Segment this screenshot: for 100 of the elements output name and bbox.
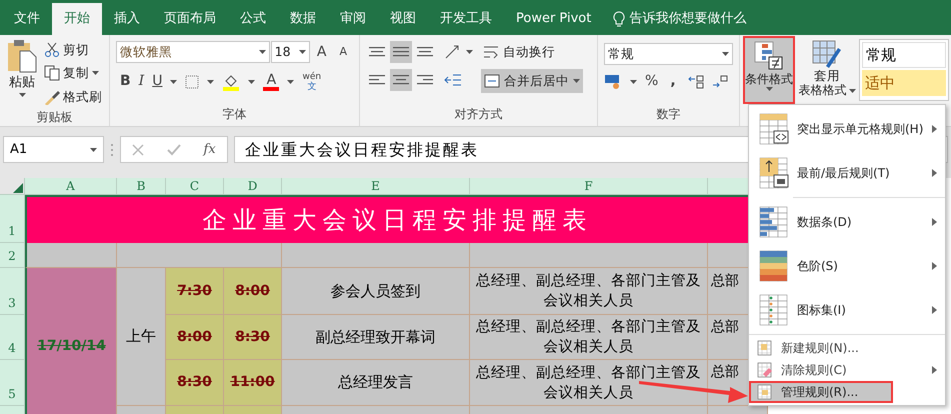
caret-icon [848, 88, 856, 92]
cell-style[interactable]: 适中 [862, 70, 946, 96]
row-header[interactable]: 1 [0, 195, 25, 243]
italic-button[interactable]: I [138, 71, 144, 92]
format-painter-button[interactable]: 格式刷 [44, 86, 102, 108]
font-color-button[interactable]: A [263, 72, 280, 90]
lightbulb-icon [613, 11, 626, 27]
column-header[interactable]: C [166, 178, 224, 195]
ribbon-tab[interactable]: Power Pivot [504, 3, 604, 35]
caret-icon [170, 80, 178, 84]
row-header[interactable]: 4 [0, 315, 25, 360]
rule-icon [757, 384, 773, 400]
currency-icon [604, 74, 622, 90]
name-box[interactable]: A1 [3, 136, 104, 163]
caret-icon [18, 92, 26, 96]
wrap-text-button[interactable]: 自动换行 [481, 41, 583, 63]
triangle-icon [13, 183, 23, 193]
group-label: 字体 [222, 106, 248, 123]
time-cell: 11:00 [224, 360, 282, 406]
font-name-field[interactable]: 微软雅黑 [116, 41, 270, 63]
ribbon-tab[interactable]: 公式 [228, 3, 278, 35]
column-header[interactable]: D [224, 178, 282, 195]
align-lines-icon [393, 46, 409, 58]
row-header[interactable]: 2 [0, 243, 25, 268]
align-lines-icon [393, 74, 409, 86]
increase-decimal-icon [688, 74, 704, 88]
caret-icon [248, 80, 256, 84]
ribbon-tab[interactable]: 页面布局 [152, 3, 228, 35]
copy-button[interactable]: 复制 [44, 62, 102, 84]
caret-icon [573, 79, 580, 83]
period-cell: 上午 [117, 268, 166, 406]
caret-icon [207, 80, 214, 84]
event-cell: 副总经理致开幕词 [282, 315, 470, 360]
percent-button[interactable]: % [645, 71, 658, 92]
time-cell: 8:00 [224, 268, 282, 315]
caret-icon [466, 50, 473, 54]
number-format-field[interactable]: 常规 [604, 43, 733, 65]
attendees-cell: 总经理、副总经理、各部门主管及会议相关人员 [470, 360, 708, 406]
caret-icon [298, 50, 306, 54]
column-header[interactable]: F [470, 178, 708, 195]
select-all-corner[interactable] [0, 178, 25, 195]
time-cell: 8:00 [166, 315, 224, 360]
grip-icon [110, 142, 114, 156]
caret-icon [92, 71, 99, 75]
decrease-decimal-icon [712, 74, 728, 88]
underline-button[interactable]: U [152, 71, 162, 92]
rule-icon [757, 340, 773, 356]
ribbon-tab[interactable]: 文件 [2, 3, 52, 35]
insert-function-button[interactable]: fx [204, 140, 216, 160]
copy-icon [44, 65, 60, 81]
wrap-icon [483, 45, 499, 59]
cut-button[interactable]: 剪切 [44, 40, 102, 60]
column-header[interactable]: E [282, 178, 470, 195]
paste-button[interactable]: 粘贴 [4, 39, 40, 108]
align-lines-icon [417, 46, 433, 58]
group-label: 剪贴板 [36, 109, 74, 126]
ribbon-tab[interactable]: 开始 [52, 3, 102, 35]
rule-grid-icon [759, 157, 789, 189]
caret-icon [287, 80, 294, 84]
horizontal-align-button[interactable] [390, 69, 412, 91]
conditional-format-button[interactable]: 条件格式 [743, 36, 795, 104]
rule-grid-icon [759, 206, 789, 238]
merge-center-button[interactable]: 合并后居中 [481, 69, 583, 93]
caret-icon [766, 87, 772, 91]
ribbon-tab[interactable]: 插入 [102, 3, 152, 35]
vertical-align-button[interactable] [390, 41, 412, 63]
format-as-table-button[interactable]: 套用 表格格式 [798, 36, 856, 104]
ribbon-tab[interactable]: 审阅 [328, 3, 378, 35]
group-label: 对齐方式 [454, 106, 504, 123]
event-cell: 总经理发言 [282, 360, 470, 406]
attendees-cell: 总经理、副总经理、各部门主管及会议相关人员 [470, 268, 708, 315]
ribbon-tab[interactable]: 开发工具 [428, 3, 504, 35]
event-cell: 参会人员签到 [282, 268, 470, 315]
row-header[interactable]: 3 [0, 268, 25, 315]
group-label: 数字 [656, 106, 682, 123]
row-header[interactable]: 5 [0, 360, 25, 406]
merge-icon [484, 74, 500, 88]
caret-icon [90, 148, 97, 152]
align-lines-icon [369, 74, 385, 86]
tell-me-field[interactable]: 告诉我你想要做什么 [629, 9, 746, 29]
grow-font-button[interactable]: A [310, 42, 332, 62]
menu-item[interactable]: 管理规则(R)... [749, 381, 893, 403]
attendees-cell: 总经理、副总经理、各部门主管及会议相关人员 [470, 315, 708, 360]
phonetic-button[interactable]: wén 文 [302, 72, 322, 92]
caret-icon [258, 50, 266, 54]
shrink-font-button[interactable]: A [333, 44, 353, 60]
checkmark-icon[interactable] [166, 144, 181, 156]
bold-button[interactable]: B [120, 71, 131, 92]
comma-button[interactable]: , [666, 71, 680, 92]
column-header[interactable]: A [25, 178, 117, 195]
ribbon-tab[interactable]: 数据 [278, 3, 328, 35]
align-lines-icon [369, 46, 385, 58]
ribbon-tab[interactable]: 视图 [378, 3, 428, 35]
font-size-field[interactable]: 18 [270, 41, 310, 63]
caret-icon [722, 52, 729, 56]
column-header[interactable]: B [117, 178, 166, 195]
border-icon [185, 74, 200, 88]
time-cell: 8:30 [166, 360, 224, 406]
cell-style[interactable]: 常规 [862, 42, 946, 68]
caret-icon [630, 80, 637, 84]
